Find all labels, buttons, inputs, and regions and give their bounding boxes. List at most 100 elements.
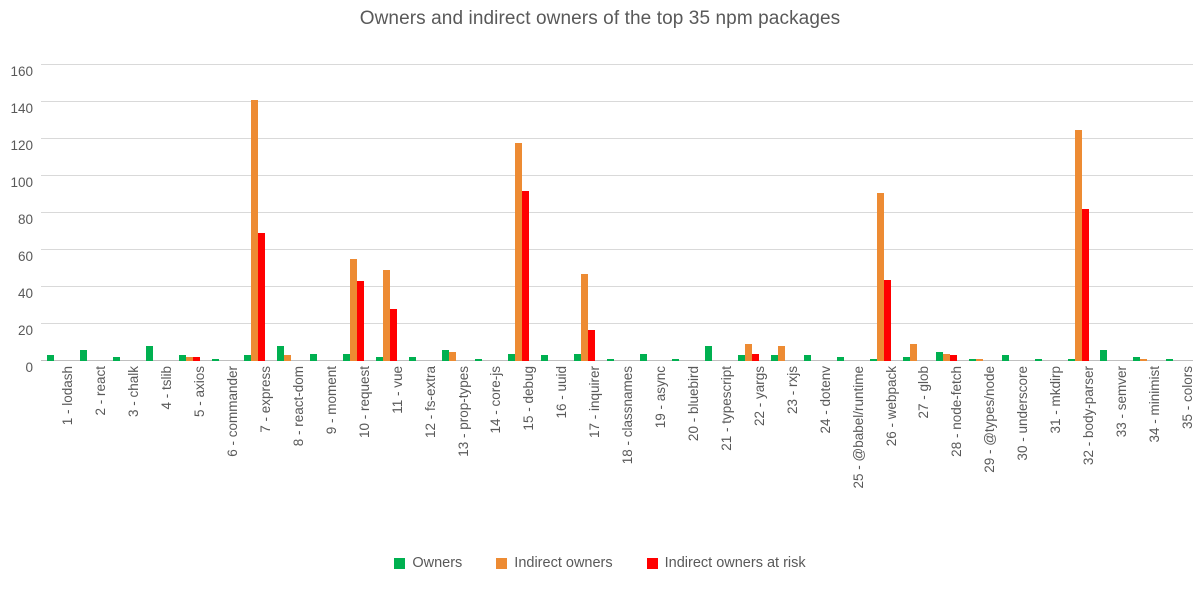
bar-owners[interactable]	[343, 353, 351, 361]
bar-indirect[interactable]	[778, 346, 786, 361]
bar-risk[interactable]	[752, 353, 760, 361]
bar-owners[interactable]	[639, 353, 647, 361]
bar-owners[interactable]	[211, 359, 219, 361]
bar-group	[436, 65, 469, 361]
bar-risk[interactable]	[357, 281, 365, 361]
x-axis-category: 29 - @types/node	[963, 366, 997, 541]
bar-risk[interactable]	[521, 190, 529, 361]
bar-group	[107, 65, 140, 361]
bar-indirect[interactable]	[1074, 129, 1082, 361]
bar-owners[interactable]	[442, 349, 450, 361]
bar-indirect[interactable]	[1140, 359, 1148, 361]
bar-group	[469, 65, 502, 361]
bar-owners[interactable]	[837, 357, 845, 361]
bar-owners[interactable]	[1133, 357, 1141, 361]
y-axis: 0 20 40 60 80 100 120 140 160	[10, 64, 33, 375]
x-axis-tick-label: 34 - minimist	[1146, 366, 1162, 443]
bar-owners[interactable]	[1001, 355, 1009, 361]
bar-owners[interactable]	[474, 359, 482, 361]
bar-owners[interactable]	[738, 355, 746, 361]
bar-risk[interactable]	[587, 329, 595, 361]
x-axis-tick-label: 23 - rxjs	[784, 366, 800, 415]
bar-group	[601, 65, 634, 361]
legend-item[interactable]: Indirect owners	[496, 556, 613, 571]
bar-owners[interactable]	[376, 357, 384, 361]
bar-owners[interactable]	[573, 353, 581, 361]
x-axis-tick-label: 33 - semver	[1113, 366, 1129, 438]
bar-indirect[interactable]	[251, 100, 259, 361]
bar-owners[interactable]	[145, 346, 153, 361]
bar-owners[interactable]	[1100, 349, 1108, 361]
bar-owners[interactable]	[902, 357, 910, 361]
bar-owners[interactable]	[310, 353, 318, 361]
x-axis-category: 11 - vue	[370, 366, 405, 541]
bar-owners[interactable]	[771, 355, 779, 361]
bar-risk[interactable]	[884, 279, 891, 361]
x-axis-category: 18 - classnames	[601, 366, 636, 541]
bar-owners[interactable]	[672, 359, 680, 361]
bar-risk[interactable]	[1081, 209, 1089, 361]
bar-owners[interactable]	[1034, 359, 1042, 361]
x-axis-tick-label: 17 - inquirer	[587, 366, 603, 439]
x-axis-tick-label: 18 - classnames	[620, 366, 636, 465]
x-axis-tick-label: 9 - moment	[323, 366, 339, 435]
bar-group	[831, 65, 864, 361]
bar-indirect[interactable]	[284, 355, 292, 361]
bar-indirect[interactable]	[909, 344, 917, 361]
bar-owners[interactable]	[606, 359, 614, 361]
bar-owners[interactable]	[507, 353, 515, 361]
x-axis-category: 34 - minimist	[1127, 366, 1162, 541]
bar-indirect[interactable]	[449, 351, 457, 361]
bar-risk[interactable]	[192, 357, 200, 361]
legend-item[interactable]: Owners	[394, 556, 462, 571]
bar-risk[interactable]	[390, 309, 398, 361]
bar-owners[interactable]	[870, 359, 877, 361]
bar-owners[interactable]	[1067, 359, 1075, 361]
bar-owners[interactable]	[277, 346, 285, 361]
legend-item[interactable]: Indirect owners at risk	[646, 556, 806, 571]
x-axis-tick-label: 35 - colors	[1179, 366, 1195, 430]
bar-owners[interactable]	[968, 359, 976, 361]
bar-indirect[interactable]	[514, 142, 522, 361]
bar-owners[interactable]	[46, 355, 54, 361]
bar-owners[interactable]	[178, 355, 186, 361]
bar-indirect[interactable]	[350, 259, 358, 361]
x-axis-category: 16 - uuid	[535, 366, 569, 541]
x-axis-tick-label: 14 - core-js	[488, 366, 504, 434]
bar-group	[798, 65, 831, 361]
bar-indirect[interactable]	[580, 274, 588, 361]
bar-risk[interactable]	[258, 233, 266, 361]
legend-swatch-icon	[646, 557, 658, 569]
bar-owners[interactable]	[112, 357, 120, 361]
bar-indirect[interactable]	[745, 344, 753, 361]
x-axis-category: 23 - rxjs	[765, 366, 800, 541]
bar-owners[interactable]	[1166, 359, 1174, 361]
x-axis-category: 1 - lodash	[41, 366, 75, 541]
x-axis-category: 8 - react-dom	[271, 366, 306, 541]
bar-risk[interactable]	[949, 355, 957, 361]
bar-group	[1095, 65, 1128, 361]
bar-group	[897, 65, 930, 361]
bar-owners[interactable]	[804, 355, 812, 361]
bar-owners[interactable]	[935, 351, 943, 361]
x-axis-category: 9 - moment	[304, 366, 339, 541]
bar-group	[41, 65, 74, 361]
x-axis-category: 20 - bluebird	[667, 366, 701, 541]
bar-owners[interactable]	[79, 349, 87, 361]
bar-indirect[interactable]	[877, 192, 884, 361]
bar-indirect[interactable]	[942, 353, 950, 361]
x-axis-category: 35 - colors	[1160, 366, 1195, 541]
bar-group	[239, 65, 272, 361]
x-axis-tick-label: 21 - typescript	[718, 366, 734, 451]
x-axis-category: 24 - dotenv	[798, 366, 833, 541]
x-axis: 1 - lodash 2 - react 3 - chalk 4 - tslib 5 -…	[41, 366, 1195, 541]
bar-indirect[interactable]	[383, 270, 391, 361]
bar-indirect[interactable]	[185, 357, 193, 361]
bar-owners[interactable]	[540, 355, 548, 361]
bar-owners[interactable]	[705, 346, 713, 361]
x-axis-category: 26 - webpack	[864, 366, 899, 541]
bar-indirect[interactable]	[975, 359, 983, 361]
bar-owners[interactable]	[244, 355, 252, 361]
bar-group	[535, 65, 568, 361]
bar-owners[interactable]	[409, 357, 417, 361]
